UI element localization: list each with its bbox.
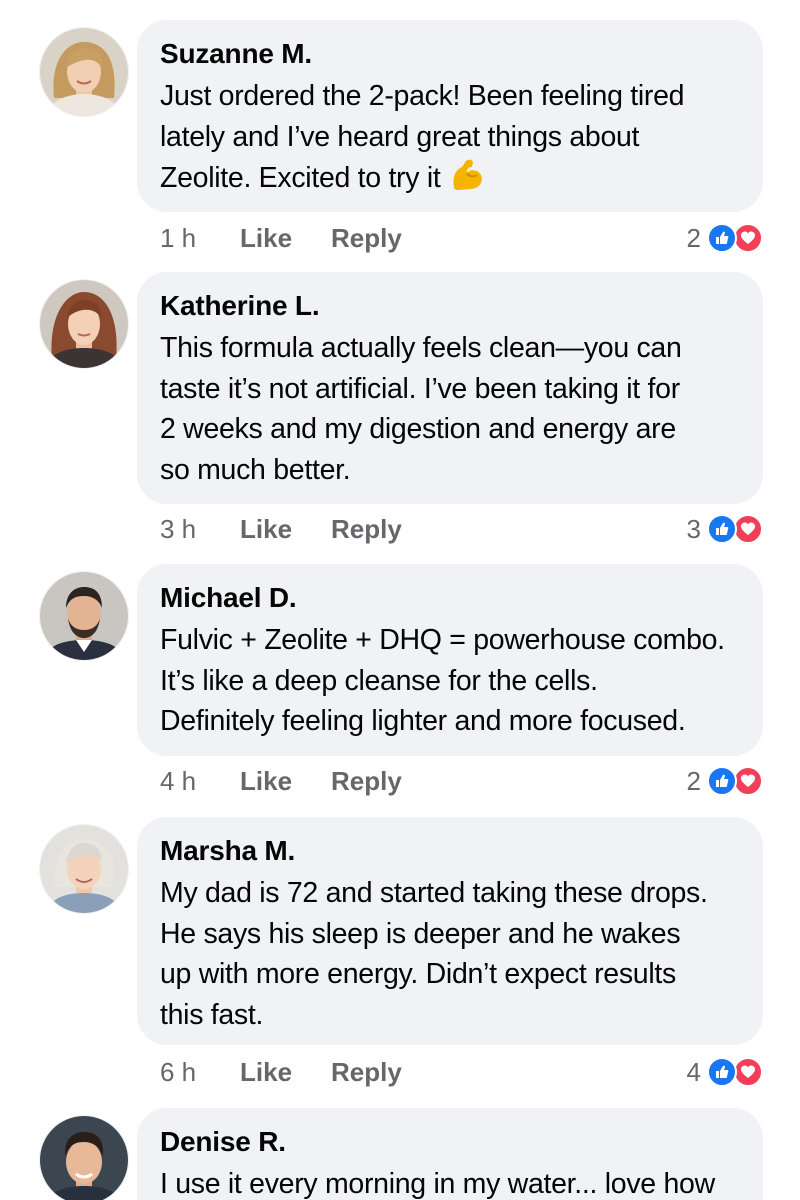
love-reaction-icon [733,1057,763,1087]
love-reaction-icon [733,766,763,796]
comment-bubble: Suzanne M. Just ordered the 2-pack! Been… [137,20,763,212]
like-reaction-icon [707,223,737,253]
comment-text: This formula actually feels clean—you ca… [160,328,749,490]
comment-text-line: taste it’s not artificial. I’ve been tak… [160,372,680,405]
comment-feed: Suzanne M. Just ordered the 2-pack! Been… [0,0,800,1200]
comment-author[interactable]: Katherine L. [160,288,749,324]
comment-timestamp[interactable]: 1 h [160,220,196,256]
comment-text-line: Just ordered the 2-pack! Been feeling ti… [160,80,685,112]
comment-author[interactable]: Marsha M. [160,833,749,869]
avatar[interactable] [40,1116,128,1200]
comment-timestamp[interactable]: 3 h [160,511,196,547]
reaction-summary[interactable]: 2 [687,220,763,256]
comment-text-line: This formula actually feels clean—you ca… [160,332,682,364]
avatar[interactable] [40,572,128,660]
comment-text-line: He says his sleep is deeper and he wakes [160,917,681,950]
comment-text-line: I use it every morning in my water... lo… [160,1168,715,1200]
reaction-icons [707,1057,763,1087]
comment-actions: 1 h Like Reply 2 [160,220,763,256]
comment-text: Fulvic + Zeolite + DHQ = powerhouse comb… [160,620,749,742]
like-reaction-icon [707,1057,737,1087]
comment-author[interactable]: Michael D. [160,580,749,616]
love-reaction-icon [733,223,763,253]
reaction-count: 4 [686,1057,701,1087]
reply-button[interactable]: Reply [331,220,402,256]
avatar[interactable] [40,825,128,913]
reaction-summary[interactable]: 3 [687,511,763,547]
reaction-count: 3 [686,514,701,544]
comment-actions: 6 h Like Reply 4 [160,1054,763,1090]
comment-text-line: lately and I’ve heard great things about [160,120,640,153]
reaction-icons [707,766,763,796]
comment-bubble: Michael D. Fulvic + Zeolite + DHQ = powe… [137,564,763,756]
comment-bubble: Marsha M. My dad is 72 and started takin… [137,817,763,1045]
comment-author[interactable]: Denise R. [160,1124,749,1160]
like-reaction-icon [707,766,737,796]
comment-text-line: 2 weeks and my digestion and energy are [160,413,676,445]
reaction-count: 2 [686,223,701,253]
reaction-summary[interactable]: 4 [687,1054,763,1090]
comment-text-line: My dad is 72 and started taking these dr… [160,877,708,909]
reaction-summary[interactable]: 2 [687,763,763,799]
comment-text-line: up with more energy. Didn’t expect resul… [160,958,676,990]
comment-text-line: this fast. [160,998,264,1031]
comment-text-line: Fulvic + Zeolite + DHQ = powerhouse comb… [160,624,725,656]
reply-button[interactable]: Reply [331,511,402,547]
comment-actions: 3 h Like Reply 3 [160,511,763,547]
comment-text-line: It’s like a deep cleanse for the cells. [160,664,598,697]
comment-bubble: Katherine L. This formula actually feels… [137,272,763,504]
flexed-biceps-emoji [448,157,486,205]
comment-bubble: Denise R. I use it every morning in my w… [137,1108,763,1200]
reaction-icons [707,223,763,253]
comment-actions: 4 h Like Reply 2 [160,763,763,799]
comment-text: My dad is 72 and started taking these dr… [160,873,749,1035]
comment-timestamp[interactable]: 6 h [160,1054,196,1090]
like-button[interactable]: Like [240,511,292,547]
like-button[interactable]: Like [240,763,292,799]
like-button[interactable]: Like [240,1054,292,1090]
comment-text: I use it every morning in my water... lo… [160,1164,749,1200]
avatar[interactable] [40,280,128,368]
reaction-icons [707,514,763,544]
like-reaction-icon [707,514,737,544]
avatar[interactable] [40,28,128,116]
like-button[interactable]: Like [240,220,292,256]
comment-text-line: Zeolite. Excited to try it [160,157,749,205]
reply-button[interactable]: Reply [331,1054,402,1090]
comment-text-line: so much better. [160,453,351,486]
comment-author[interactable]: Suzanne M. [160,36,749,72]
love-reaction-icon [733,514,763,544]
reaction-count: 2 [686,766,701,796]
comment-text: Just ordered the 2-pack! Been feeling ti… [160,76,749,205]
comment-text-line: Definitely feeling lighter and more focu… [160,705,686,737]
comment-timestamp[interactable]: 4 h [160,763,196,799]
reply-button[interactable]: Reply [331,763,402,799]
